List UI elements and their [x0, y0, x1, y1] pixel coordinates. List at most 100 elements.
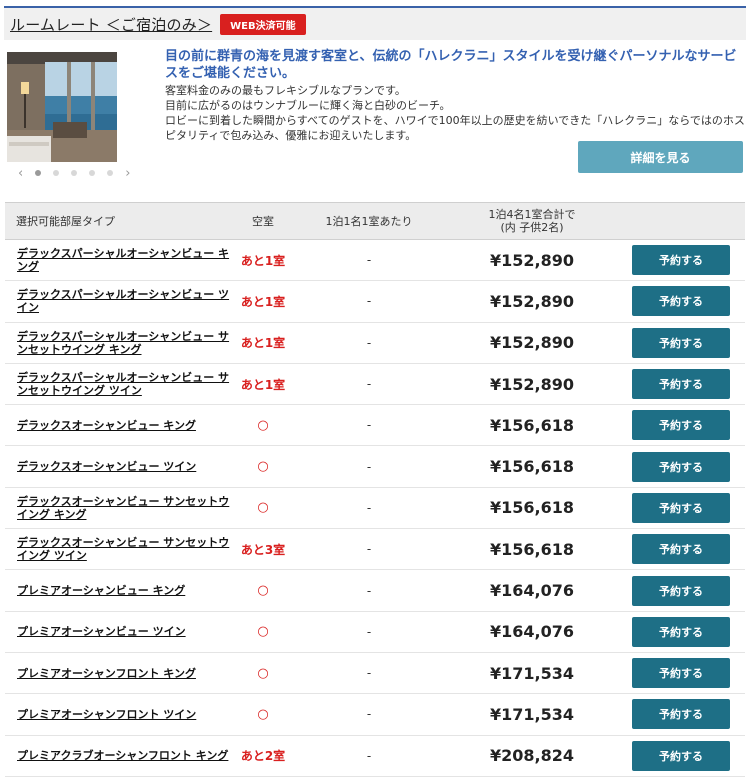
table-header: 選択可能部屋タイプ 空室 1泊1名1室あたり 1泊4名1室合計で (内 子供2名…	[5, 203, 745, 240]
carousel-dot[interactable]	[107, 170, 114, 176]
vacancy-status: あと1室	[240, 253, 286, 268]
room-type-link[interactable]: デラックスオーシャンビュー サンセットウイング キング	[5, 495, 235, 521]
view-details-button[interactable]: 詳細を見る	[578, 141, 743, 173]
carousel-dot[interactable]	[89, 170, 96, 176]
book-button[interactable]: 予約する	[632, 658, 730, 689]
carousel-dot[interactable]	[71, 170, 78, 176]
table-row: プレミアクラブオーシャンフロント キング あと2室 - ¥208,824 予約する	[5, 736, 745, 777]
plan-lead-text: 目の前に群青の海を見渡す客室と、伝統の「ハレクラニ」スタイルを受け継ぐパーソナル…	[165, 49, 737, 81]
section-header: ルームレート ＜ご宿泊のみ＞ WEB決済可能	[4, 8, 746, 40]
book-button[interactable]: 予約する	[632, 740, 730, 771]
table-row: デラックスオーシャンビュー サンセットウイング キング ○ - ¥156,618 予約す…	[5, 488, 745, 530]
header-total: 1泊4名1室合計で (内 子供2名)	[452, 208, 612, 234]
room-type-link[interactable]: デラックスパーシャルオーシャンビュー サンセットウイング キング	[5, 330, 235, 356]
book-button[interactable]: 予約する	[632, 410, 730, 441]
per-person-price: -	[366, 748, 372, 763]
table-row: デラックスパーシャルオーシャンビュー サンセットウイング キング あと1室 - ¥15…	[5, 323, 745, 364]
per-person-price: -	[366, 583, 372, 598]
vacancy-status: あと2室	[240, 749, 286, 764]
total-price: ¥171,534	[489, 663, 574, 683]
room-photo-image	[7, 52, 117, 162]
table-row: プレミアオーシャンフロント キング ○ - ¥171,534 予約する	[5, 653, 745, 695]
vacancy-status: ○	[257, 500, 269, 516]
vacancy-status: あと1室	[240, 294, 286, 309]
table-row: デラックスパーシャルオーシャンビュー サンセットウイング ツイン あと1室 - ¥15…	[5, 364, 745, 406]
vacancy-status: ○	[257, 665, 269, 681]
room-type-link[interactable]: デラックスオーシャンビュー サンセットウイング ツイン	[5, 536, 235, 562]
vacancy-status: あと1室	[240, 336, 286, 351]
vacancy-status: ○	[257, 417, 269, 433]
book-button[interactable]: 予約する	[632, 534, 730, 565]
table-row: プレミアオーシャンビュー キング ○ - ¥164,076 予約する	[5, 570, 745, 612]
per-person-price: -	[366, 418, 372, 433]
book-button[interactable]: 予約する	[632, 699, 730, 730]
room-type-link[interactable]: デラックスオーシャンビュー キング	[5, 419, 235, 432]
room-type-link[interactable]: プレミアオーシャンビュー キング	[5, 584, 235, 597]
carousel-dot[interactable]	[35, 170, 42, 176]
per-person-price: -	[366, 294, 372, 309]
photo-carousel-nav: ‹ ›	[18, 166, 148, 180]
total-price: ¥171,534	[489, 704, 574, 724]
total-price: ¥156,618	[489, 457, 574, 477]
total-price: ¥156,618	[489, 498, 574, 518]
total-price: ¥156,618	[489, 539, 574, 559]
plan-description: 目の前に群青の海を見渡す客室と、伝統の「ハレクラニ」スタイルを受け継ぐパーソナル…	[165, 48, 745, 143]
table-row: デラックスオーシャンビュー キング ○ - ¥156,618 予約する	[5, 405, 745, 447]
room-type-link[interactable]: デラックスオーシャンビュー ツイン	[5, 460, 235, 473]
book-button[interactable]: 予約する	[632, 245, 730, 276]
plan-body-line: ロビーに到着した瞬間からすべてのゲストを、ハワイで100年以上の歴史を紡いできた…	[165, 114, 745, 142]
vacancy-status: ○	[257, 459, 269, 475]
header-total-line1: 1泊4名1室合計で	[488, 208, 576, 221]
table-row: プレミアオーシャンフロント ツイン ○ - ¥171,534 予約する	[5, 694, 745, 736]
header-total-line2: (内 子供2名)	[500, 221, 564, 234]
vacancy-status: ○	[257, 706, 269, 722]
book-button[interactable]: 予約する	[632, 369, 730, 400]
room-type-link[interactable]: プレミアオーシャンビュー ツイン	[5, 625, 235, 638]
total-price: ¥152,890	[489, 250, 574, 270]
table-row: デラックスオーシャンビュー ツイン ○ - ¥156,618 予約する	[5, 446, 745, 488]
header-room-type: 選択可能部屋タイプ	[16, 215, 115, 228]
room-photo[interactable]	[7, 52, 117, 162]
book-button[interactable]: 予約する	[632, 492, 730, 523]
per-person-price: -	[366, 459, 372, 474]
plan-body-line: 目前に広がるのはウンナブルーに輝く海と白砂のビーチ。	[165, 99, 451, 112]
total-price: ¥152,890	[489, 374, 574, 394]
book-button[interactable]: 予約する	[632, 327, 730, 358]
per-person-price: -	[366, 377, 372, 392]
header-per-person: 1泊1名1室あたり	[325, 215, 413, 228]
carousel-next-icon[interactable]: ›	[125, 167, 130, 180]
total-price: ¥156,618	[489, 415, 574, 435]
book-button[interactable]: 予約する	[632, 451, 730, 482]
per-person-price: -	[366, 707, 372, 722]
vacancy-status: あと3室	[240, 542, 286, 557]
carousel-prev-icon[interactable]: ‹	[18, 167, 23, 180]
total-price: ¥164,076	[489, 581, 574, 601]
per-person-price: -	[366, 666, 372, 681]
table-row: プレミアオーシャンビュー ツイン ○ - ¥164,076 予約する	[5, 612, 745, 653]
web-payment-badge: WEB決済可能	[220, 13, 306, 35]
room-type-link[interactable]: デラックスパーシャルオーシャンビュー ツイン	[5, 288, 235, 314]
per-person-price: -	[366, 500, 372, 515]
table-row: デラックスオーシャンビュー サンセットウイング ツイン あと3室 - ¥156,618…	[5, 529, 745, 571]
page-title: ルームレート ＜ご宿泊のみ＞	[10, 15, 213, 34]
vacancy-status: あと1室	[240, 377, 286, 392]
room-type-link[interactable]: デラックスパーシャルオーシャンビュー サンセットウイング ツイン	[5, 371, 235, 397]
vacancy-status: ○	[257, 583, 269, 599]
room-type-link[interactable]: プレミアクラブオーシャンフロント キング	[5, 749, 235, 762]
total-price: ¥164,076	[489, 622, 574, 642]
vacancy-status: ○	[257, 624, 269, 640]
per-person-price: -	[366, 542, 372, 557]
room-type-link[interactable]: プレミアオーシャンフロント ツイン	[5, 708, 235, 721]
total-price: ¥152,890	[489, 333, 574, 353]
book-button[interactable]: 予約する	[632, 286, 730, 317]
room-rate-table: 選択可能部屋タイプ 空室 1泊1名1室あたり 1泊4名1室合計で (内 子供2名…	[5, 202, 745, 777]
total-price: ¥152,890	[489, 291, 574, 311]
per-person-price: -	[366, 335, 372, 350]
per-person-price: -	[366, 253, 372, 268]
room-type-link[interactable]: プレミアオーシャンフロント キング	[5, 667, 235, 680]
book-button[interactable]: 予約する	[632, 616, 730, 647]
plan-body-line: 客室料金のみの最もフレキシブルなプランです。	[165, 84, 406, 97]
book-button[interactable]: 予約する	[632, 575, 730, 606]
carousel-dot[interactable]	[53, 170, 60, 176]
room-type-link[interactable]: デラックスパーシャルオーシャンビュー キング	[5, 247, 235, 273]
